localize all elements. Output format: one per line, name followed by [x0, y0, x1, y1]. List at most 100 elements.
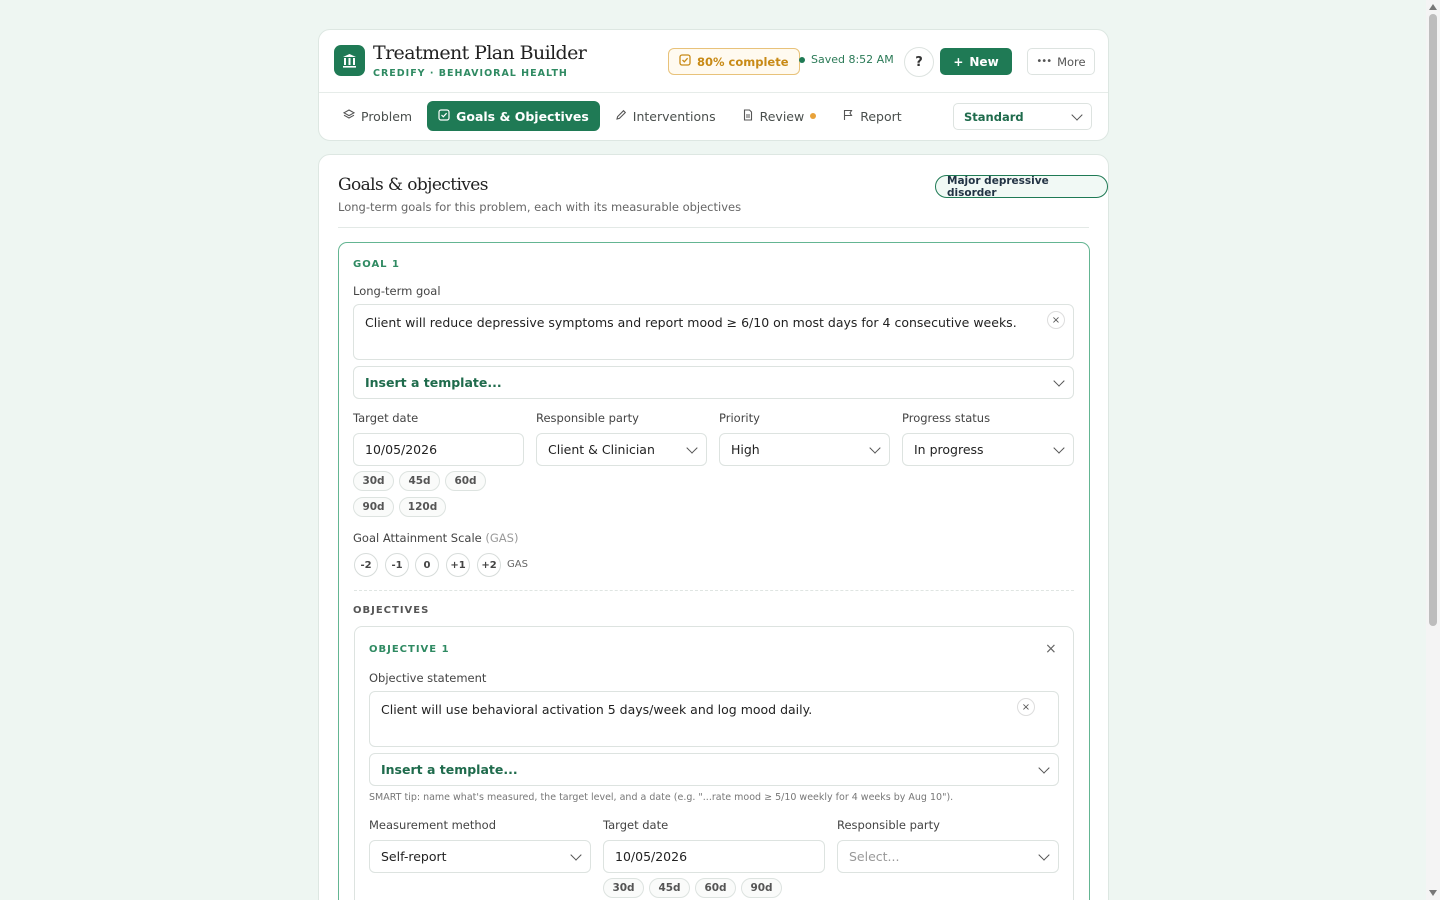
objective-statement-text: Client will use behavioral activation 5 …	[381, 702, 813, 717]
goal-responsible-select[interactable]: Client & Clinician	[536, 433, 707, 466]
help-button[interactable]: ?	[904, 47, 934, 77]
measurement-method-select[interactable]: Self-report	[369, 840, 591, 873]
objective-statement-label: Objective statement	[369, 671, 487, 685]
status-dot-icon	[799, 56, 805, 63]
mode-selected-value: Standard	[964, 109, 1024, 124]
measurement-method-label: Measurement method	[369, 818, 497, 832]
more-button[interactable]: ••• More	[1027, 48, 1095, 75]
scroll-up-icon[interactable]	[1429, 4, 1437, 10]
chevron-down-icon	[1038, 848, 1050, 861]
mode-select[interactable]: Standard	[953, 103, 1092, 130]
app-title: Treatment Plan Builder	[373, 42, 587, 64]
template-placeholder: Insert a template...	[381, 762, 518, 777]
check-square-icon	[438, 108, 450, 124]
chevron-down-icon	[686, 441, 698, 454]
clear-goal-icon[interactable]: ×	[1047, 311, 1065, 329]
app-header: Treatment Plan Builder CREDIFY · BEHAVIO…	[318, 29, 1109, 141]
tab-label: Problem	[361, 108, 413, 124]
gas-option-minus-2[interactable]: -2	[354, 553, 378, 577]
saved-status: Saved 8:52 AM	[799, 53, 894, 66]
date-chip-90d[interactable]: 90d	[353, 497, 394, 517]
tab-review[interactable]: Review	[731, 101, 828, 131]
chevron-down-icon	[869, 441, 881, 454]
template-placeholder: Insert a template...	[365, 375, 502, 390]
scroll-down-icon[interactable]	[1429, 890, 1437, 896]
goal-priority-select[interactable]: High	[719, 433, 890, 466]
target-date-label: Target date	[353, 411, 419, 425]
date-chip-30d[interactable]: 30d	[353, 471, 394, 491]
layers-icon	[342, 108, 356, 124]
tab-report[interactable]: Report	[831, 101, 912, 131]
chevron-down-icon	[1038, 761, 1050, 774]
diagnosis-badge: Major depressive disorder	[935, 175, 1108, 199]
objective-date-chip-30d[interactable]: 30d	[603, 878, 644, 898]
goal-card: GOAL 1 Long-term goal Client will reduce…	[338, 242, 1090, 900]
objective-statement-input[interactable]: Client will use behavioral activation 5 …	[369, 691, 1059, 747]
gas-label-text: Goal Attainment Scale	[353, 531, 482, 545]
goal-template-select[interactable]: Insert a template...	[353, 366, 1074, 399]
saved-label: Saved 8:52 AM	[811, 53, 894, 66]
tab-label: Review	[759, 108, 805, 124]
objective-date-chip-60d[interactable]: 60d	[695, 878, 736, 898]
responsible-value: Client & Clinician	[548, 442, 655, 457]
page-scrollbar[interactable]	[1426, 0, 1440, 900]
objectives-heading: OBJECTIVES	[353, 605, 430, 616]
check-square-icon	[679, 54, 691, 69]
goal-target-date-input[interactable]: 10/05/2026	[353, 433, 524, 466]
scroll-thumb[interactable]	[1429, 14, 1437, 626]
gas-option-plus-1[interactable]: +1	[446, 553, 470, 577]
objective-heading: OBJECTIVE 1	[369, 644, 450, 655]
progress-value: In progress	[914, 442, 984, 457]
tab-interventions[interactable]: Interventions	[604, 101, 727, 131]
plus-icon: +	[953, 54, 964, 69]
chevron-down-icon	[1053, 441, 1065, 454]
objective-target-date-value: 10/05/2026	[615, 849, 688, 864]
pending-dot-icon	[810, 113, 817, 119]
gas-option-0[interactable]: 0	[415, 553, 439, 577]
clear-objective-icon[interactable]: ×	[1017, 698, 1035, 716]
objective-date-chip-90d[interactable]: 90d	[741, 878, 782, 898]
gas-option-minus-1[interactable]: -1	[385, 553, 409, 577]
objective-responsible-label: Responsible party	[837, 818, 940, 832]
tab-problem[interactable]: Problem	[332, 101, 423, 131]
objective-target-date-input[interactable]: 10/05/2026	[603, 840, 825, 873]
chevron-down-icon	[570, 848, 582, 861]
goal-progress-select[interactable]: In progress	[902, 433, 1074, 466]
more-label: More	[1057, 54, 1086, 69]
tab-label: Report	[860, 108, 902, 124]
objective-target-date-label: Target date	[603, 818, 669, 832]
objective-template-select[interactable]: Insert a template...	[369, 753, 1059, 786]
objectives-divider	[354, 590, 1074, 591]
objective-date-chip-45d[interactable]: 45d	[649, 878, 690, 898]
tab-label: Interventions	[632, 108, 716, 124]
progress-status-label: Progress status	[902, 411, 991, 425]
smart-tip: SMART tip: name what's measured, the tar…	[369, 792, 954, 803]
header-divider	[319, 92, 1108, 93]
priority-value: High	[731, 442, 760, 457]
date-chip-45d[interactable]: 45d	[399, 471, 440, 491]
section-title: Goals & objectives	[338, 175, 488, 195]
long-term-goal-label: Long-term goal	[353, 284, 441, 298]
measurement-value: Self-report	[381, 849, 447, 864]
responsible-placeholder: Select...	[849, 849, 900, 864]
goals-objectives-panel: Goals & objectives Long-term goals for t…	[318, 154, 1109, 900]
date-chip-120d[interactable]: 120d	[399, 497, 446, 517]
tab-label: Goals & Objectives	[456, 108, 589, 124]
objective-responsible-select[interactable]: Select...	[837, 840, 1059, 873]
long-term-goal-input[interactable]: Client will reduce depressive symptoms a…	[353, 304, 1074, 360]
gas-label-suffix: (GAS)	[485, 531, 519, 545]
app-subtitle: CREDIFY · BEHAVIORAL HEALTH	[373, 68, 568, 79]
date-chip-60d[interactable]: 60d	[445, 471, 486, 491]
objective-card: OBJECTIVE 1 × Objective statement Client…	[354, 626, 1074, 900]
gas-option-plus-2[interactable]: +2	[477, 553, 501, 577]
building-logo-icon	[334, 45, 365, 76]
remove-objective-icon[interactable]: ×	[1045, 641, 1057, 657]
document-icon	[742, 108, 754, 124]
goal-heading: GOAL 1	[353, 259, 400, 270]
new-button[interactable]: + New	[940, 48, 1012, 75]
section-subtitle: Long-term goals for this problem, each w…	[338, 200, 742, 214]
progress-badge[interactable]: 80% complete	[668, 48, 800, 75]
chevron-down-icon	[1053, 374, 1065, 387]
tab-goals-objectives[interactable]: Goals & Objectives	[427, 101, 600, 131]
long-term-goal-text: Client will reduce depressive symptoms a…	[365, 315, 1017, 330]
